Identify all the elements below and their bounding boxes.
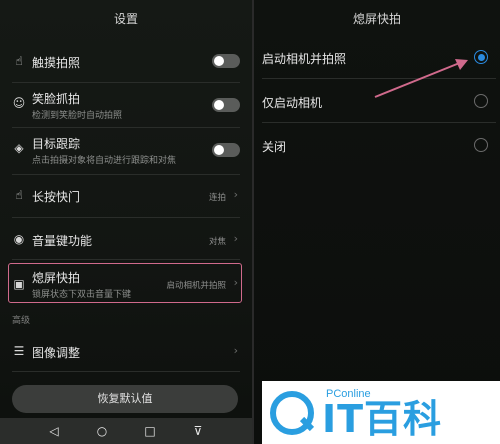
magnifier-logo-icon <box>270 391 314 435</box>
logo-title-text: IT百科 <box>322 397 443 441</box>
annotation-arrow <box>374 59 468 98</box>
pconline-logo: PConline IT百科 <box>262 381 500 444</box>
